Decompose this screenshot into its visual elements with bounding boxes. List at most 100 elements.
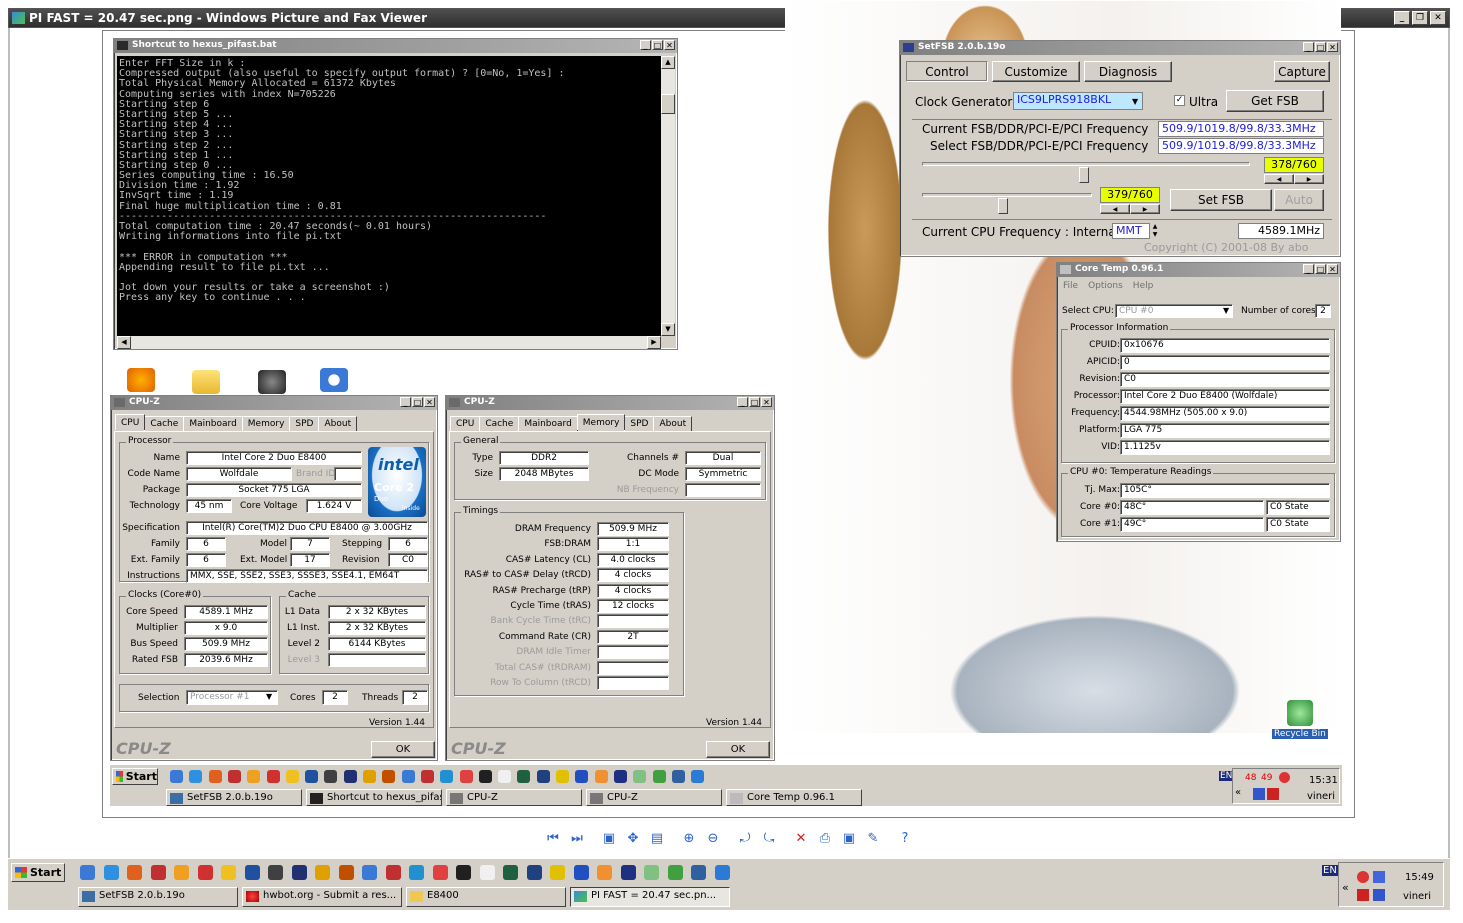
console-title-bar[interactable]: Shortcut to hexus_pifast.bat _ □ ✕: [114, 39, 677, 53]
quick-launch-icon[interactable]: [459, 770, 473, 783]
scroll-down-icon[interactable]: ▼: [661, 323, 675, 336]
fsb-slider-track[interactable]: [922, 162, 1250, 166]
tray-network-icon[interactable]: [1253, 788, 1265, 800]
fsb-decrease-icon[interactable]: ◀: [1264, 174, 1294, 184]
tab-cpu[interactable]: CPU: [450, 416, 481, 432]
task-picture-viewer[interactable]: PI FAST = 20.47 sec.pn...: [570, 887, 730, 907]
tab-about[interactable]: About: [653, 416, 693, 432]
desktop-app-icon[interactable]: [127, 368, 155, 392]
console-minimize-button[interactable]: _: [640, 40, 651, 50]
quick-launch-icon[interactable]: [338, 865, 354, 880]
inner-start-button[interactable]: Start: [112, 768, 158, 785]
quick-launch-icon[interactable]: [691, 770, 705, 783]
tab-mainboard[interactable]: Mainboard: [518, 416, 578, 432]
quick-launch-icon[interactable]: [244, 865, 260, 880]
console-horizontal-scrollbar[interactable]: ◀ ▶: [117, 336, 661, 349]
quick-launch-icon[interactable]: [613, 770, 627, 783]
zoom-in-icon[interactable]: ⊕: [681, 831, 697, 847]
quick-launch-icon[interactable]: [385, 865, 401, 880]
menu-file[interactable]: File: [1063, 281, 1078, 291]
tab-cache[interactable]: Cache: [144, 416, 185, 432]
close-button[interactable]: ✕: [1430, 11, 1446, 25]
quick-launch-icon[interactable]: [247, 770, 261, 783]
quick-launch-icon[interactable]: [652, 770, 666, 783]
quick-launch-icon[interactable]: [432, 865, 448, 880]
quick-launch-icon[interactable]: [80, 865, 95, 880]
quick-launch-icon[interactable]: [517, 770, 531, 783]
inner-task-console[interactable]: Shortcut to hexus_pifast...: [306, 789, 442, 806]
delete-icon[interactable]: ✕: [793, 831, 809, 847]
quick-launch-icon[interactable]: [315, 865, 330, 880]
tab-mainboard[interactable]: Mainboard: [183, 416, 243, 432]
start-button[interactable]: Start: [11, 863, 65, 882]
auto-button[interactable]: Auto: [1274, 189, 1324, 211]
tray-temp-core0[interactable]: 48: [1245, 773, 1256, 783]
clock[interactable]: 15:49: [1405, 872, 1434, 883]
actual-size-icon[interactable]: ✥: [625, 831, 641, 847]
rotate-cw-icon[interactable]: ⤾: [737, 831, 753, 847]
quick-launch-icon[interactable]: [478, 770, 492, 783]
quick-launch-icon[interactable]: [456, 865, 471, 880]
tray-temp-core1[interactable]: 49: [1261, 773, 1272, 783]
setfsb-close-button[interactable]: ✕: [1327, 42, 1338, 52]
tab-memory[interactable]: Memory: [241, 416, 291, 432]
inner-clock[interactable]: 15:31: [1309, 775, 1338, 786]
tray-app-icon[interactable]: [1267, 788, 1279, 800]
quick-launch-icon[interactable]: [343, 770, 357, 783]
folder-icon[interactable]: [192, 370, 220, 394]
cpuz-memory-window[interactable]: CPU-Z _ □ ✕ CPU Cache Mainboard Memory S…: [445, 395, 775, 761]
quick-launch-icon[interactable]: [170, 770, 183, 783]
quick-launch-icon[interactable]: [440, 770, 454, 783]
inner-task-setfsb[interactable]: SetFSB 2.0.b.19o: [166, 789, 302, 806]
recycle-bin-label[interactable]: Recycle Bin: [1272, 729, 1328, 739]
help-icon[interactable]: ?: [897, 831, 913, 847]
getfsb-button[interactable]: Get FSB: [1226, 90, 1324, 112]
cpuz-memory-ok-button[interactable]: OK: [706, 741, 770, 758]
chevron-down-icon[interactable]: ▼: [1132, 97, 1138, 106]
cpuz-memory-close-button[interactable]: ✕: [761, 397, 772, 407]
selectcpu-dropdown[interactable]: CPU #0: [1115, 304, 1233, 318]
tray-volume-icon[interactable]: [1373, 889, 1385, 901]
cpuz-memory-title-bar[interactable]: CPU-Z _ □ ✕: [446, 396, 774, 410]
fsb-increase-icon[interactable]: ▶: [1294, 174, 1324, 184]
pci-slider-thumb[interactable]: [998, 198, 1008, 214]
scroll-up-icon[interactable]: ▲: [661, 56, 675, 69]
tray-shield-icon[interactable]: [1279, 772, 1290, 783]
menu-options[interactable]: Options: [1088, 281, 1123, 291]
quick-launch-icon[interactable]: [174, 865, 189, 880]
quick-launch-icon[interactable]: [266, 770, 280, 783]
cpuz-cpu-ok-button[interactable]: OK: [371, 741, 435, 758]
clockgen-dropdown[interactable]: ICS9LPRS918BKL: [1013, 92, 1143, 110]
tab-cache[interactable]: Cache: [479, 416, 520, 432]
coretemp-window[interactable]: Core Temp 0.96.1 _ □ ✕ File Options Help…: [1056, 262, 1341, 542]
tab-spd[interactable]: SPD: [289, 416, 320, 432]
task-folder-e8400[interactable]: E8400: [406, 887, 566, 907]
quick-launch-icon[interactable]: [526, 865, 542, 880]
quick-launch-icon[interactable]: [127, 865, 142, 880]
setfsb-maximize-button[interactable]: □: [1315, 42, 1326, 52]
cpuz-cpu-title-bar[interactable]: CPU-Z _ □ ✕: [111, 396, 437, 410]
inner-task-cpuz1[interactable]: CPU-Z: [446, 789, 582, 806]
coretemp-close-button[interactable]: ✕: [1327, 264, 1338, 274]
task-setfsb[interactable]: SetFSB 2.0.b.19o: [78, 887, 238, 907]
console-maximize-button[interactable]: □: [652, 40, 663, 50]
quick-launch-icon[interactable]: [573, 865, 589, 880]
setfsb-tab-diagnosis[interactable]: Diagnosis: [1084, 61, 1172, 82]
save-icon[interactable]: ▣: [841, 831, 857, 847]
tab-spd[interactable]: SPD: [624, 416, 655, 432]
quick-launch-icon[interactable]: [197, 865, 213, 880]
quick-launch-icon[interactable]: [594, 770, 608, 783]
quick-launch-icon[interactable]: [291, 865, 307, 880]
quick-launch-icon[interactable]: [305, 770, 319, 783]
pci-slider-track[interactable]: [922, 193, 1092, 197]
prev-image-icon[interactable]: ⏮: [545, 831, 561, 847]
setfsb-minimize-button[interactable]: _: [1303, 42, 1314, 52]
inner-task-cpuz2[interactable]: CPU-Z: [586, 789, 722, 806]
cpuz-memory-maximize-button[interactable]: □: [749, 397, 760, 407]
quick-launch-icon[interactable]: [420, 770, 434, 783]
quick-launch-icon[interactable]: [644, 865, 659, 880]
scroll-thumb[interactable]: [661, 94, 675, 114]
setfsb-button[interactable]: Set FSB: [1170, 189, 1272, 211]
setfsb-window[interactable]: SetFSB 2.0.b.19o _ □ ✕ Control Customize…: [899, 40, 1341, 257]
quick-launch-icon[interactable]: [189, 770, 203, 783]
